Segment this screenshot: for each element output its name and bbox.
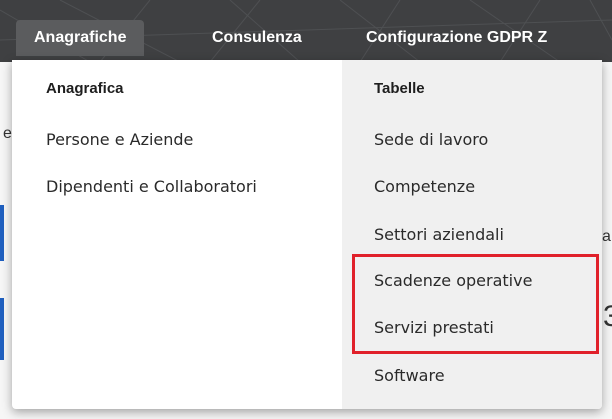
menu-item-software[interactable]: Software	[374, 366, 445, 385]
menu-item-persone-e-aziende[interactable]: Persone e Aziende	[46, 130, 193, 149]
nav-tab-configurazione-gdpr[interactable]: Configurazione GDPR Z	[366, 20, 547, 56]
menu-item-settori-aziendali[interactable]: Settori aziendali	[374, 225, 504, 244]
highlight-annotation-box	[352, 254, 599, 354]
menu-item-competenze[interactable]: Competenze	[374, 177, 475, 196]
menu-item-dipendenti-e-collaboratori[interactable]: Dipendenti e Collaboratori	[46, 177, 257, 196]
anagrafica-column-header: Anagrafica	[46, 80, 124, 97]
nav-tab-anagrafiche[interactable]: Anagrafiche	[16, 20, 145, 56]
background-text-fragment: 3	[603, 300, 612, 333]
nav-tab-consulenza[interactable]: Consulenza	[212, 20, 302, 56]
menu-item-sede-di-lavoro[interactable]: Sede di lavoro	[374, 130, 488, 149]
top-navigation-bar: Anagrafiche Consulenza Configurazione GD…	[0, 0, 612, 62]
background-text-fragment: e	[3, 125, 12, 142]
anagrafiche-dropdown-menu: Anagrafica Persone e Aziende Dipendenti …	[12, 60, 602, 409]
background-text-fragment: a	[602, 228, 611, 245]
left-accent-bar	[0, 298, 4, 360]
tabelle-column-header: Tabelle	[374, 80, 425, 97]
left-accent-bar	[0, 205, 4, 261]
